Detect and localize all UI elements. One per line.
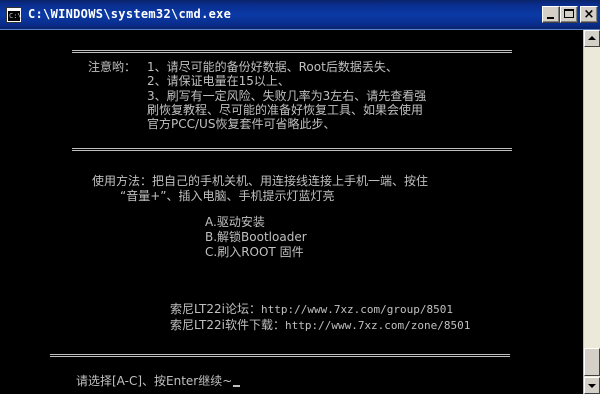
scroll-down-button[interactable] [584, 377, 600, 394]
option-c: C.刷入ROOT 固件 [205, 245, 304, 259]
option-a: A.驱动安装 [205, 215, 265, 229]
forum-link-row: 索尼LT22i论坛：http://www.7xz.com/group/8501 [170, 302, 453, 317]
usage-line-1: 使用方法：把自己的手机关机、用连接线连接上手机一端、按住 [92, 174, 429, 188]
maximize-icon [564, 9, 574, 18]
vertical-scrollbar[interactable] [583, 30, 600, 394]
download-link-row: 索尼LT22i软件下载：http://www.7xz.com/zone/8501 [170, 318, 470, 333]
maximize-button[interactable] [560, 6, 578, 23]
notice-item-3-cont-1: 刷恢复教程、尽可能的准备好恢复工具、如果会使用 [147, 103, 424, 117]
divider-top [72, 50, 512, 53]
forum-link-url: http://www.7xz.com/group/8501 [260, 303, 454, 316]
forum-link-label: 索尼LT22i论坛： [170, 302, 261, 316]
arrow-down-icon [588, 384, 596, 388]
option-b: B.解锁Bootloader [205, 230, 307, 244]
close-button[interactable]: × [580, 6, 598, 23]
notice-item-3: 3、刷写有一定风险、失败几率为3左右、请先查看强 [147, 89, 427, 103]
notice-item-2: 2、请保证电量在15以上、 [147, 74, 290, 88]
prompt-text: 请选择[A-C]、按Enter继续~ [76, 374, 233, 388]
download-link-label: 索尼LT22i软件下载： [170, 318, 285, 332]
divider-bottom [50, 354, 510, 357]
minimize-icon [547, 17, 554, 19]
input-prompt[interactable]: 请选择[A-C]、按Enter继续~ [76, 374, 241, 389]
divider-middle [72, 148, 512, 151]
notice-label: 注意哟： [88, 60, 137, 74]
minimize-button[interactable] [542, 6, 560, 23]
cmd-app-icon[interactable]: C:\ [6, 7, 22, 23]
text-cursor [233, 385, 241, 387]
window-title: C:\WINDOWS\system32\cmd.exe [28, 7, 232, 21]
arrow-up-icon [588, 36, 596, 40]
cmd-app-icon-label: C:\ [8, 11, 22, 21]
usage-line-2: “音量+”、插入电脑、手机提示灯蓝灯亮 [120, 189, 335, 203]
notice-item-3-cont-2: 官方PCC/US恢复套件可省略此步、 [147, 117, 336, 131]
scroll-up-button[interactable] [584, 30, 600, 47]
download-link-url: http://www.7xz.com/zone/8501 [284, 319, 471, 332]
close-icon: × [583, 7, 595, 22]
scroll-thumb[interactable] [584, 348, 600, 376]
notice-item-1: 1、请尽可能的备份好数据、Root后数据丢失、 [147, 60, 398, 74]
console-output[interactable]: 注意哟： 1、请尽可能的备份好数据、Root后数据丢失、 2、请保证电量在15以… [0, 30, 583, 394]
title-bar[interactable]: C:\ C:\WINDOWS\system32\cmd.exe × [0, 0, 600, 30]
